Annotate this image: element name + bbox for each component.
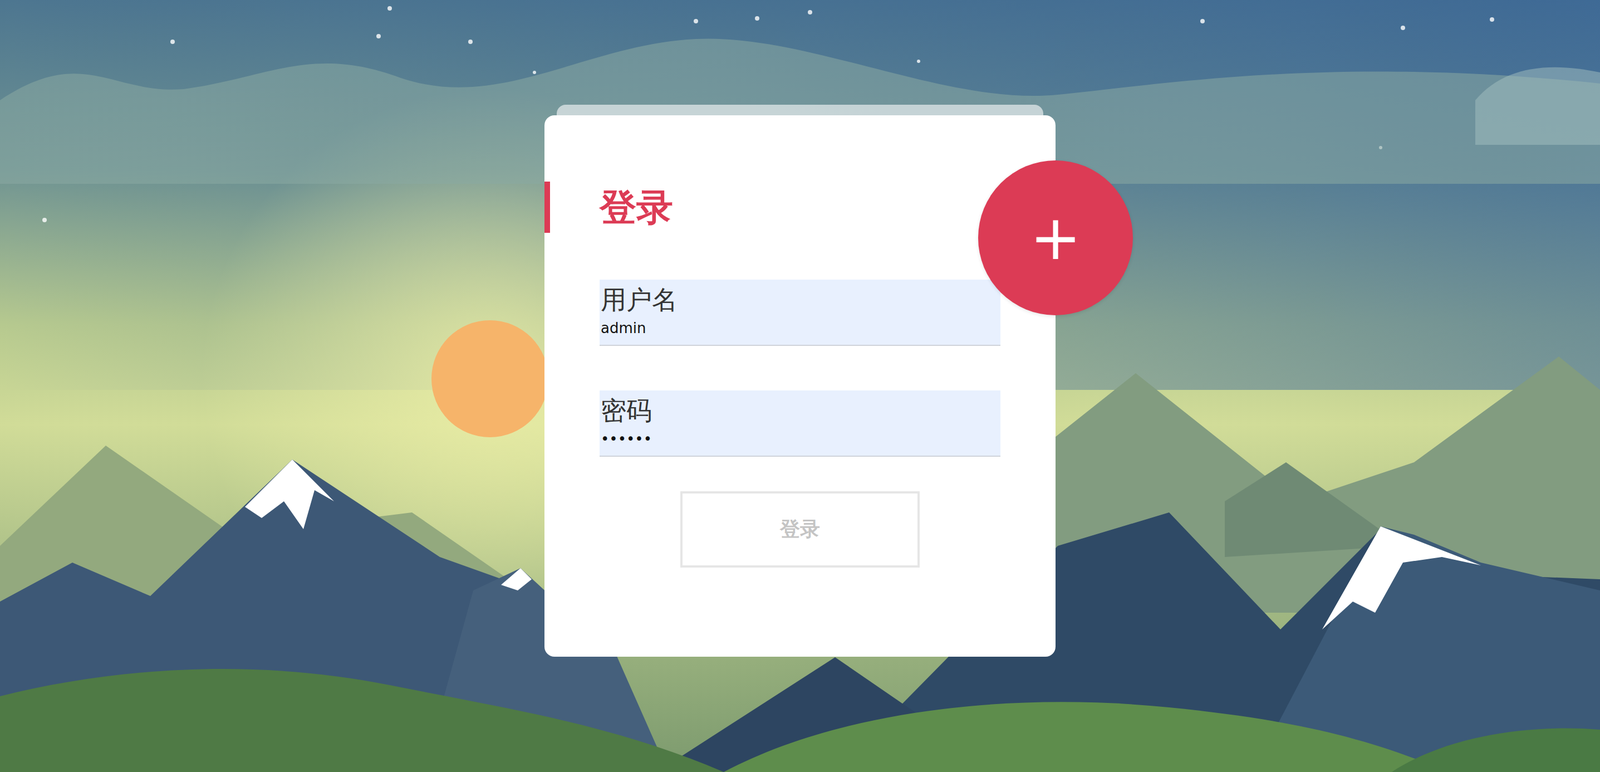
login-title: 登录 — [599, 185, 1001, 230]
login-field: 用户名 — [599, 279, 1001, 346]
add-button[interactable]: + — [978, 160, 1133, 316]
login-field: 密码 — [599, 390, 1001, 457]
login-button[interactable]: 登录 — [680, 491, 920, 568]
login-panel: 登录用户名密码登录+ — [544, 115, 1056, 657]
login-card: 登录用户名密码登录+ — [544, 115, 1056, 657]
field-label: 密码 — [600, 394, 1001, 426]
plus-icon: + — [1029, 207, 1082, 269]
title-accent — [544, 181, 551, 233]
field-label: 用户名 — [600, 283, 1001, 316]
field-input[interactable] — [600, 428, 1001, 450]
field-input[interactable] — [600, 317, 1001, 339]
